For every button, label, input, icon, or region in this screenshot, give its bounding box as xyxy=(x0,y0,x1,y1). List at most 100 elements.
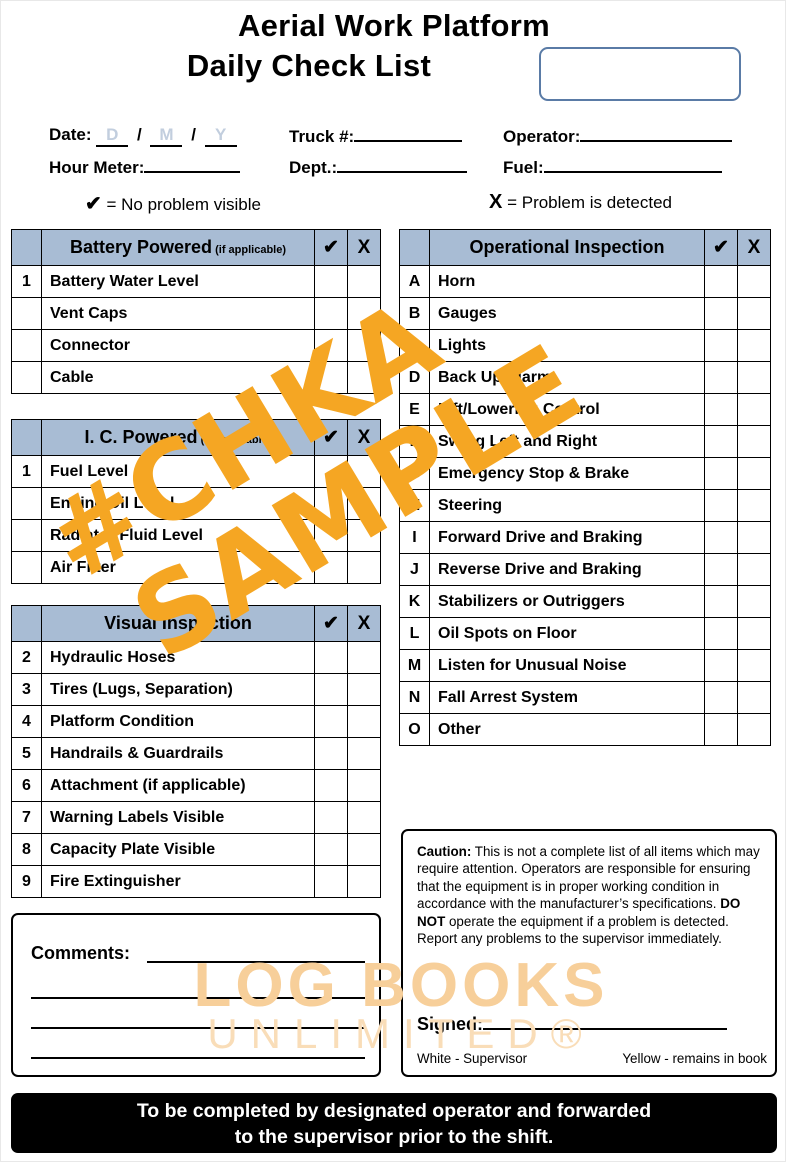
comments-line-1[interactable] xyxy=(147,961,365,963)
table-row: 8 Capacity Plate Visible xyxy=(11,833,381,866)
row-index-cell: 6 xyxy=(11,769,42,802)
row-x-checkbox[interactable] xyxy=(737,649,771,682)
row-x-checkbox[interactable] xyxy=(347,641,381,674)
row-check-checkbox[interactable] xyxy=(314,329,348,362)
row-label-cell: Tires (Lugs, Separation) xyxy=(41,673,315,706)
row-check-checkbox[interactable] xyxy=(704,521,738,554)
fuel-input[interactable] xyxy=(543,156,722,173)
row-label-cell: Battery Water Level xyxy=(41,265,315,298)
signed-input[interactable] xyxy=(483,1013,727,1030)
date-month-input[interactable]: M xyxy=(150,125,183,147)
table-row: D Back Up Alarm xyxy=(399,361,771,394)
operator-input[interactable] xyxy=(580,125,733,142)
row-check-checkbox[interactable] xyxy=(704,329,738,362)
row-x-checkbox[interactable] xyxy=(347,265,381,298)
row-x-checkbox[interactable] xyxy=(347,297,381,330)
header-cell-check-icon: ✔ xyxy=(704,229,738,266)
table-row: Air Filter xyxy=(11,551,381,584)
row-index-cell: O xyxy=(399,713,430,746)
row-x-checkbox[interactable] xyxy=(737,393,771,426)
row-x-checkbox[interactable] xyxy=(737,713,771,746)
row-check-checkbox[interactable] xyxy=(704,425,738,458)
row-check-checkbox[interactable] xyxy=(704,393,738,426)
footer-banner: To be completed by designated operator a… xyxy=(11,1093,777,1153)
row-x-checkbox[interactable] xyxy=(737,553,771,586)
header-cell-index xyxy=(11,419,42,456)
row-label-cell: Gauges xyxy=(429,297,705,330)
row-check-checkbox[interactable] xyxy=(704,361,738,394)
row-x-checkbox[interactable] xyxy=(347,361,381,394)
table-header-row: Battery Powered (if applicable) ✔ X xyxy=(11,229,381,266)
row-x-checkbox[interactable] xyxy=(347,801,381,834)
row-x-checkbox[interactable] xyxy=(347,737,381,770)
row-label-cell: Cable xyxy=(41,361,315,394)
row-index-cell: H xyxy=(399,489,430,522)
comments-box[interactable]: Comments: xyxy=(11,913,381,1077)
row-x-checkbox[interactable] xyxy=(347,551,381,584)
row-x-checkbox[interactable] xyxy=(737,617,771,650)
row-check-checkbox[interactable] xyxy=(314,641,348,674)
section-title: Visual Inspection xyxy=(104,613,252,633)
row-check-checkbox[interactable] xyxy=(704,457,738,490)
row-check-checkbox[interactable] xyxy=(314,551,348,584)
row-x-checkbox[interactable] xyxy=(737,681,771,714)
row-x-checkbox[interactable] xyxy=(737,297,771,330)
row-check-checkbox[interactable] xyxy=(704,585,738,618)
row-check-checkbox[interactable] xyxy=(704,713,738,746)
title-stamp-box[interactable] xyxy=(539,47,741,101)
row-x-checkbox[interactable] xyxy=(737,329,771,362)
row-x-checkbox[interactable] xyxy=(347,865,381,898)
footer-line-1: To be completed by designated operator a… xyxy=(136,1100,652,1122)
row-check-checkbox[interactable] xyxy=(704,553,738,586)
row-check-checkbox[interactable] xyxy=(314,297,348,330)
legend-check-text: = No problem visible xyxy=(106,195,262,214)
row-check-checkbox[interactable] xyxy=(314,705,348,738)
row-x-checkbox[interactable] xyxy=(347,833,381,866)
row-check-checkbox[interactable] xyxy=(704,265,738,298)
row-check-checkbox[interactable] xyxy=(314,833,348,866)
row-index-cell: 8 xyxy=(11,833,42,866)
row-x-checkbox[interactable] xyxy=(347,519,381,552)
comments-line-2[interactable] xyxy=(31,997,365,999)
truck-input[interactable] xyxy=(354,125,463,142)
row-index-cell: L xyxy=(399,617,430,650)
row-check-checkbox[interactable] xyxy=(314,865,348,898)
row-check-checkbox[interactable] xyxy=(704,297,738,330)
row-check-checkbox[interactable] xyxy=(704,681,738,714)
row-x-checkbox[interactable] xyxy=(737,265,771,298)
dept-input[interactable] xyxy=(337,156,468,173)
header-cell-x-icon: X xyxy=(347,229,381,266)
row-x-checkbox[interactable] xyxy=(347,487,381,520)
comments-line-3[interactable] xyxy=(31,1027,365,1029)
row-check-checkbox[interactable] xyxy=(314,673,348,706)
date-year-input[interactable]: Y xyxy=(204,125,237,147)
row-x-checkbox[interactable] xyxy=(737,457,771,490)
row-check-checkbox[interactable] xyxy=(314,769,348,802)
row-check-checkbox[interactable] xyxy=(704,649,738,682)
row-x-checkbox[interactable] xyxy=(737,585,771,618)
row-check-checkbox[interactable] xyxy=(314,487,348,520)
comments-line-4[interactable] xyxy=(31,1057,365,1059)
row-check-checkbox[interactable] xyxy=(704,617,738,650)
row-label-cell: Other xyxy=(429,713,705,746)
row-label-cell: Vent Caps xyxy=(41,297,315,330)
date-day-input[interactable]: D xyxy=(96,125,129,147)
row-x-checkbox[interactable] xyxy=(737,425,771,458)
row-x-checkbox[interactable] xyxy=(347,705,381,738)
row-x-checkbox[interactable] xyxy=(347,455,381,488)
row-x-checkbox[interactable] xyxy=(347,329,381,362)
row-check-checkbox[interactable] xyxy=(314,737,348,770)
row-x-checkbox[interactable] xyxy=(737,361,771,394)
row-x-checkbox[interactable] xyxy=(347,673,381,706)
row-check-checkbox[interactable] xyxy=(314,801,348,834)
row-x-checkbox[interactable] xyxy=(737,489,771,522)
row-x-checkbox[interactable] xyxy=(347,769,381,802)
row-index-cell: M xyxy=(399,649,430,682)
hour-meter-input[interactable] xyxy=(144,156,241,173)
row-check-checkbox[interactable] xyxy=(314,361,348,394)
row-check-checkbox[interactable] xyxy=(314,519,348,552)
row-check-checkbox[interactable] xyxy=(314,455,348,488)
row-check-checkbox[interactable] xyxy=(704,489,738,522)
row-x-checkbox[interactable] xyxy=(737,521,771,554)
row-check-checkbox[interactable] xyxy=(314,265,348,298)
